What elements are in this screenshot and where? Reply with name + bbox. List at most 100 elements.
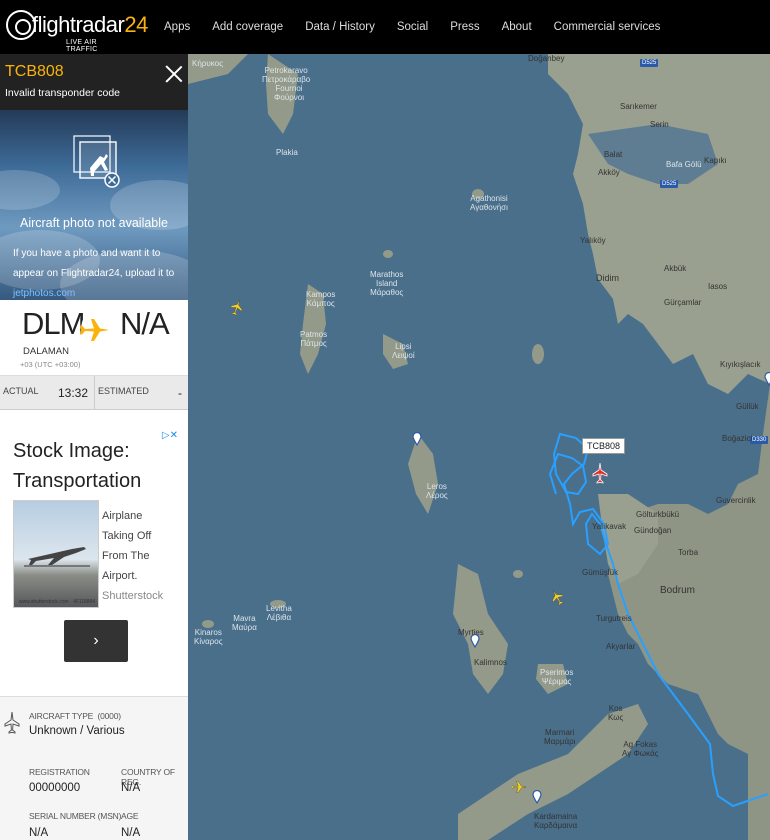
place-agfokas: Ag Fokas Αγ Φωκάς [622,740,659,758]
place-levitha: Levitha Λέβιθα [266,604,292,622]
ad-next-button[interactable]: › [64,620,128,662]
aircraft-type-label: AIRCRAFT TYPE (0000) [29,711,121,721]
place-bogazici: Boğazici [722,434,753,443]
ad-choices-icon[interactable]: ▷✕ [162,430,178,441]
place-yalikoy: Yalıköy [580,236,606,245]
origin-timezone: +03 (UTC +03:00) [20,360,81,369]
place-akkoy: Akköy [598,168,620,177]
place-petrokaravo: Petrokaravo Πετροκάραβο [262,66,311,84]
registration-value: 00000000 [29,782,81,794]
flightradar24-logo[interactable]: flightradar24 LIVE AIR TRAFFIC [6,6,148,53]
route-summary: DLM DALAMAN +03 (UTC +03:00) N/A [0,300,188,376]
advertisement[interactable]: ▷✕ Stock Image: Transportation www.shutt… [10,428,178,678]
place-gulluk: Güllük [736,402,759,411]
road-badge-d525: D525 [640,59,659,67]
place-gumusluk: Gümüşlük [582,568,619,577]
actual-time: ACTUAL 13:32 [0,376,94,410]
place-akbuk: Akbük [664,264,687,273]
ad-brand: Shutterstock [102,590,164,602]
place-plakia: Plakia [276,148,298,157]
nav-commercial-services[interactable]: Commercial services [554,21,661,33]
nav-data-history[interactable]: Data / History [305,21,375,33]
place-iasos: Iasos [708,282,728,291]
age-label: AGE [121,811,139,821]
estimated-value: - [178,386,182,400]
photo-upload-instructions: If you have a photo and want it to appea… [13,248,175,299]
photo-unavailable-title: Aircraft photo not available [19,216,168,230]
flight-callsign: TCB808 [5,63,64,80]
actual-value: 13:32 [57,386,88,400]
destination-iata: N/A [120,306,170,341]
aircraft-details: AIRCRAFT TYPE (0000) Unknown / Various R… [0,696,188,840]
origin-city: DALAMAN [23,346,69,357]
airport-pin-icon-milas[interactable] [764,372,770,386]
route-plane-icon [80,310,108,350]
place-kinaros: Kinaros Κίναρος [194,628,223,646]
ad-title[interactable]: Stock Image: Transportation [13,436,163,496]
country-value: N/A [121,782,141,794]
logo-wordmark: flightradar24 [32,12,148,37]
place-kardamaina: Kardamaina Καρδάμαινα [534,812,578,830]
flight-subtitle: Invalid transponder code [5,87,120,99]
ad-image-caption: www.shutterstock.com · 46118884 [18,599,96,605]
nav-social[interactable]: Social [397,21,428,33]
flight-map[interactable]: D525 D525 D330 Doğanbey Κήρυκος Petrokar… [188,54,770,840]
aircraft-icon [4,711,20,734]
place-sarikemer: Sarıkemer [620,102,657,111]
place-fournoi: Fournoi Φούρνοι [274,84,304,102]
age-value: N/A [121,827,141,839]
map-terrain [188,54,770,840]
place-kirokos: Κήρυκος [192,59,223,68]
road-badge-d525b: D525 [660,180,679,188]
place-leros: Leros Λέρος [426,482,448,500]
nav-about[interactable]: About [502,21,532,33]
place-patmos: Patmos Πάτμος [300,330,328,348]
airport-pin-icon-kalimnos[interactable] [470,634,480,648]
place-marathos: Marathos Island Μάραθος [370,270,404,297]
place-yalikavak: Yalıkavak [592,522,627,531]
origin-iata: DLM [22,306,85,341]
place-akyarlar: Akyarlar [606,642,636,651]
airplane-takeoff-image [24,547,90,567]
selected-aircraft-icon[interactable] [592,462,608,484]
ad-caption[interactable]: Airplane Taking Off From The Airport. Sh… [102,506,174,606]
aircraft-type-value: Unknown / Various [29,725,125,737]
serial-label: SERIAL NUMBER (MSN) [29,811,122,821]
place-bodrum: Bodrum [660,585,696,596]
airport-pin-icon-kos[interactable] [532,790,542,804]
aircraft-icon-2[interactable] [550,588,564,606]
place-kos: Kos Κως [608,704,624,722]
flight-info-panel: TCB808 Invalid transponder code Aircraft… [0,54,188,840]
place-lipsi: Lipsi Λειψοί [392,342,415,360]
place-doganbey: Doğanbey [528,54,565,63]
aircraft-icon-3[interactable] [512,778,526,796]
place-kalimnos: Kalimnos [474,658,507,667]
place-golturkbuku: Gölturkbükü [636,510,680,519]
ad-image[interactable]: www.shutterstock.com · 46118884 [13,500,99,608]
airport-pin-icon-leros[interactable] [412,432,422,446]
estimated-label: ESTIMATED [98,386,149,396]
place-mavra: Mavra Μαύρα [232,614,257,632]
main-nav: Apps Add coverage Data / History Social … [164,0,682,54]
estimated-time: ESTIMATED - [94,376,188,410]
registration-label: REGISTRATION [29,767,90,777]
flight-times: ACTUAL 13:32 ESTIMATED - [0,376,188,410]
nav-press[interactable]: Press [450,21,479,33]
nav-add-coverage[interactable]: Add coverage [212,21,283,33]
place-agathonisi: Agathonisi Αγαθονήσι [470,194,508,212]
road-badge-d330: D330 [750,436,769,444]
top-navigation-bar: flightradar24 LIVE AIR TRAFFIC Apps Add … [0,0,770,54]
jetphotos-link[interactable]: jetphotos.com [13,288,75,299]
flight-header: TCB808 Invalid transponder code [0,54,188,110]
aircraft-icon-1[interactable] [230,298,244,316]
place-kapikiri: Kapıkı [704,156,727,165]
place-gurcamlar: Gürçamlar [664,298,702,307]
logo-tagline: LIVE AIR TRAFFIC [66,39,98,53]
place-torba: Torba [678,548,699,557]
nav-apps[interactable]: Apps [164,21,190,33]
place-didim: Didim [596,273,620,283]
selected-flight-label[interactable]: TCB808 [582,438,626,454]
place-serin: Serin [650,120,669,129]
place-gundogan: Gündoğan [634,526,672,535]
close-panel-icon[interactable] [165,63,183,85]
